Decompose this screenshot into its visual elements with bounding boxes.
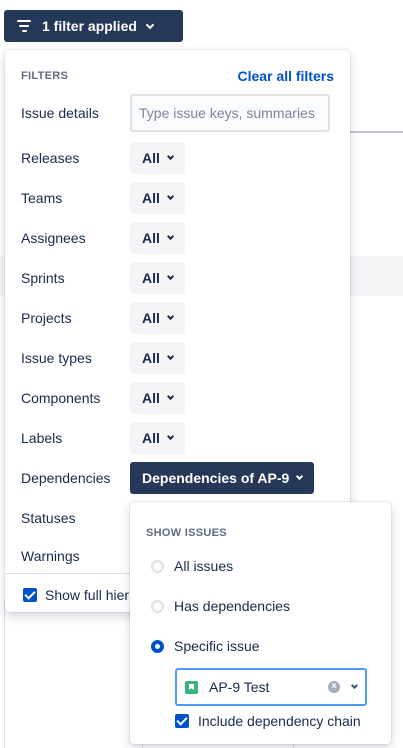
background-column-line bbox=[4, 600, 5, 748]
radio-has-dependencies[interactable]: Has dependencies bbox=[151, 598, 290, 614]
chevron-down-icon bbox=[166, 152, 174, 161]
chevron-down-icon bbox=[296, 472, 304, 481]
radio-label: Specific issue bbox=[174, 638, 260, 654]
filter-row-labels: Labels All bbox=[21, 422, 185, 454]
dependencies-dropdown[interactable]: Dependencies of AP-9 bbox=[130, 462, 315, 494]
dropdown-value: All bbox=[142, 190, 160, 206]
filter-row-assignees: Assignees All bbox=[21, 222, 185, 254]
radio-all-issues[interactable]: All issues bbox=[151, 558, 233, 574]
filter-label: Components bbox=[21, 390, 101, 406]
issue-details-input[interactable] bbox=[130, 94, 330, 132]
teams-dropdown[interactable]: All bbox=[130, 182, 185, 214]
filter-row-releases: Releases All bbox=[21, 142, 185, 174]
checkbox-label: Show full hier bbox=[45, 587, 130, 603]
filter-row-issue-types: Issue types All bbox=[21, 342, 185, 374]
clear-all-filters-link[interactable]: Clear all filters bbox=[238, 68, 335, 84]
dropdown-value: All bbox=[142, 350, 160, 366]
radio-selected-icon[interactable] bbox=[151, 639, 164, 653]
dropdown-value: All bbox=[142, 390, 160, 406]
assignees-dropdown[interactable]: All bbox=[130, 222, 185, 254]
checkbox-label: Include dependency chain bbox=[198, 713, 361, 729]
show-full-hierarchy-checkbox[interactable]: Show full hier bbox=[23, 587, 129, 603]
projects-dropdown[interactable]: All bbox=[130, 302, 185, 334]
filter-icon bbox=[16, 20, 32, 32]
filter-trigger-button[interactable]: 1 filter applied bbox=[4, 10, 183, 42]
filter-label: Assignees bbox=[21, 230, 86, 246]
filter-label[interactable]: Statuses bbox=[21, 510, 130, 526]
dropdown-value: Dependencies of AP-9 bbox=[142, 470, 290, 486]
background-divider bbox=[350, 131, 403, 133]
filter-label: Issue details bbox=[21, 105, 99, 121]
filter-label: Issue types bbox=[21, 350, 92, 366]
chevron-down-icon bbox=[166, 312, 174, 321]
dropdown-value: All bbox=[142, 150, 160, 166]
selected-issue-value: AP-9 Test bbox=[209, 679, 270, 695]
filter-trigger-label: 1 filter applied bbox=[42, 18, 137, 34]
filter-row-teams: Teams All bbox=[21, 182, 185, 214]
chevron-down-icon bbox=[166, 232, 174, 241]
filter-label: Teams bbox=[21, 190, 63, 206]
chevron-down-icon bbox=[166, 392, 174, 401]
radio-label: All issues bbox=[174, 558, 234, 574]
filter-row-sprints: Sprints All bbox=[21, 262, 185, 294]
dependencies-menu: SHOW ISSUES All issues Has dependencies … bbox=[130, 502, 391, 744]
filter-label: Projects bbox=[21, 310, 72, 326]
filter-label: Sprints bbox=[21, 270, 65, 286]
radio-unselected-icon[interactable] bbox=[151, 599, 164, 613]
specific-issue-select[interactable]: AP-9 Test × bbox=[175, 668, 367, 706]
dropdown-value: All bbox=[142, 430, 160, 446]
labels-dropdown[interactable]: All bbox=[130, 422, 185, 454]
chevron-down-icon bbox=[166, 272, 174, 281]
filter-row-issue-details: Issue details bbox=[21, 94, 330, 132]
radio-label: Has dependencies bbox=[174, 598, 290, 614]
checkbox-checked-icon[interactable] bbox=[23, 588, 37, 602]
dropdown-value: All bbox=[142, 310, 160, 326]
story-icon bbox=[185, 680, 198, 694]
show-issues-heading: SHOW ISSUES bbox=[146, 527, 227, 539]
radio-unselected-icon[interactable] bbox=[151, 559, 164, 573]
radio-specific-issue[interactable]: Specific issue bbox=[151, 638, 260, 654]
filters-heading: FILTERS bbox=[21, 70, 69, 82]
filter-label: Dependencies bbox=[21, 470, 111, 486]
clear-icon[interactable]: × bbox=[328, 681, 340, 693]
releases-dropdown[interactable]: All bbox=[130, 142, 185, 174]
chevron-down-icon bbox=[166, 432, 174, 441]
chevron-down-icon[interactable] bbox=[350, 681, 359, 690]
chevron-down-icon bbox=[166, 192, 174, 201]
sprints-dropdown[interactable]: All bbox=[130, 262, 185, 294]
include-dependency-chain-checkbox[interactable]: Include dependency chain bbox=[175, 713, 361, 729]
chevron-down-icon bbox=[166, 352, 174, 361]
dropdown-value: All bbox=[142, 230, 160, 246]
filter-row-components: Components All bbox=[21, 382, 185, 414]
dropdown-value: All bbox=[142, 270, 160, 286]
filter-row-statuses: Statuses bbox=[21, 510, 130, 526]
issue-types-dropdown[interactable]: All bbox=[130, 342, 185, 374]
filter-row-warnings: Warnings bbox=[21, 548, 130, 564]
chevron-down-icon bbox=[145, 20, 155, 29]
filter-label: Releases bbox=[21, 150, 80, 166]
components-dropdown[interactable]: All bbox=[130, 382, 185, 414]
filter-row-dependencies: Dependencies Dependencies of AP-9 bbox=[21, 462, 315, 494]
filter-row-projects: Projects All bbox=[21, 302, 185, 334]
filter-label: Labels bbox=[21, 430, 63, 446]
filter-label[interactable]: Warnings bbox=[21, 548, 130, 564]
checkbox-checked-icon[interactable] bbox=[175, 714, 189, 728]
